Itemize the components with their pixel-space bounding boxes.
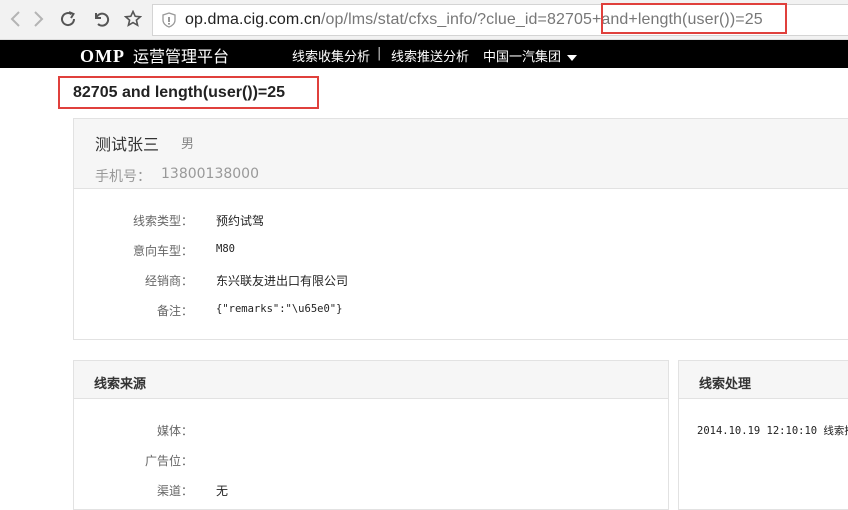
- forward-button[interactable]: [26, 6, 52, 32]
- star-icon: [124, 10, 142, 27]
- site-brand[interactable]: OMP 运营管理平台: [80, 43, 229, 67]
- url-host: op.dma.cig.com.cn: [185, 11, 321, 28]
- payload-text: 82705 and length(user())=25: [73, 83, 286, 101]
- dealer-label: 经销商：: [144, 274, 193, 288]
- channel-value: 无: [216, 484, 229, 498]
- shield-icon: [162, 12, 176, 28]
- nav-group-label: 中国一汽集团: [483, 50, 562, 65]
- person-gender: 男: [181, 137, 195, 152]
- reload-icon: [61, 11, 76, 27]
- reload-button[interactable]: [55, 6, 81, 32]
- undo-close-tab-button[interactable]: [88, 6, 114, 32]
- person-header: 测试张三 男 手机号： 13800138000: [74, 119, 848, 189]
- nav-clue-collection[interactable]: 线索收集分析: [292, 46, 370, 65]
- media-label: 媒体：: [156, 424, 193, 438]
- dealer-value: 东兴联友进出口有限公司: [216, 274, 349, 288]
- site-logo: OMP: [80, 46, 125, 66]
- payload-highlight: 82705 and length(user())=25: [58, 76, 319, 109]
- phone-label: 手机号：: [95, 169, 151, 185]
- url-path: /op/lms/stat/cfxs_info/?clue_id=82705: [320, 11, 592, 28]
- site-title: 运营管理平台: [133, 47, 230, 66]
- clue-process-title: 线索处理: [699, 377, 752, 392]
- browser-toolbar: op.dma.cig.com.cn/op/lms/stat/cfxs_info/…: [0, 0, 848, 40]
- remarks-value: {"remarks":"\u65e0"}: [216, 303, 343, 315]
- nav-separator: |: [377, 46, 382, 61]
- favorite-button[interactable]: [120, 6, 146, 32]
- car-model-label: 意向车型：: [132, 244, 193, 258]
- ad-slot-label: 广告位：: [144, 454, 193, 468]
- clue-process-header: 线索处理: [679, 361, 848, 399]
- back-arrow-icon: [10, 11, 20, 27]
- remarks-label: 备注：: [156, 304, 193, 318]
- clue-source-header: 线索来源: [74, 361, 668, 399]
- nav-group-dropdown[interactable]: 中国一汽集团: [483, 46, 578, 65]
- channel-label: 渠道：: [156, 484, 193, 498]
- car-model-value: M80: [216, 243, 235, 255]
- clue-info-card: 测试张三 男 手机号： 13800138000 线索类型： 预约试驾 意向车型：…: [73, 118, 848, 340]
- clue-type-label: 线索类型：: [132, 214, 193, 228]
- url-injection-highlight: [601, 3, 787, 34]
- back-button[interactable]: [2, 6, 28, 32]
- nav-clue-push[interactable]: 线索推送分析: [391, 46, 469, 65]
- phone-value: 13800138000: [161, 166, 259, 182]
- forward-arrow-icon: [34, 11, 44, 27]
- clue-type-value: 预约试驾: [216, 214, 265, 228]
- clue-process-card: 线索处理 2014.10.19 12:10:10 线索推: [678, 360, 848, 510]
- clue-source-card: 线索来源 媒体： 广告位： 渠道： 无: [73, 360, 669, 510]
- person-name: 测试张三: [95, 135, 160, 154]
- process-entry: 2014.10.19 12:10:10 线索推: [697, 425, 848, 437]
- site-topnav: OMP 运营管理平台 线索收集分析 | 线索推送分析 中国一汽集团: [0, 40, 848, 68]
- clue-source-title: 线索来源: [94, 377, 147, 392]
- undo-icon: [95, 12, 110, 27]
- caret-down-icon: [567, 54, 578, 61]
